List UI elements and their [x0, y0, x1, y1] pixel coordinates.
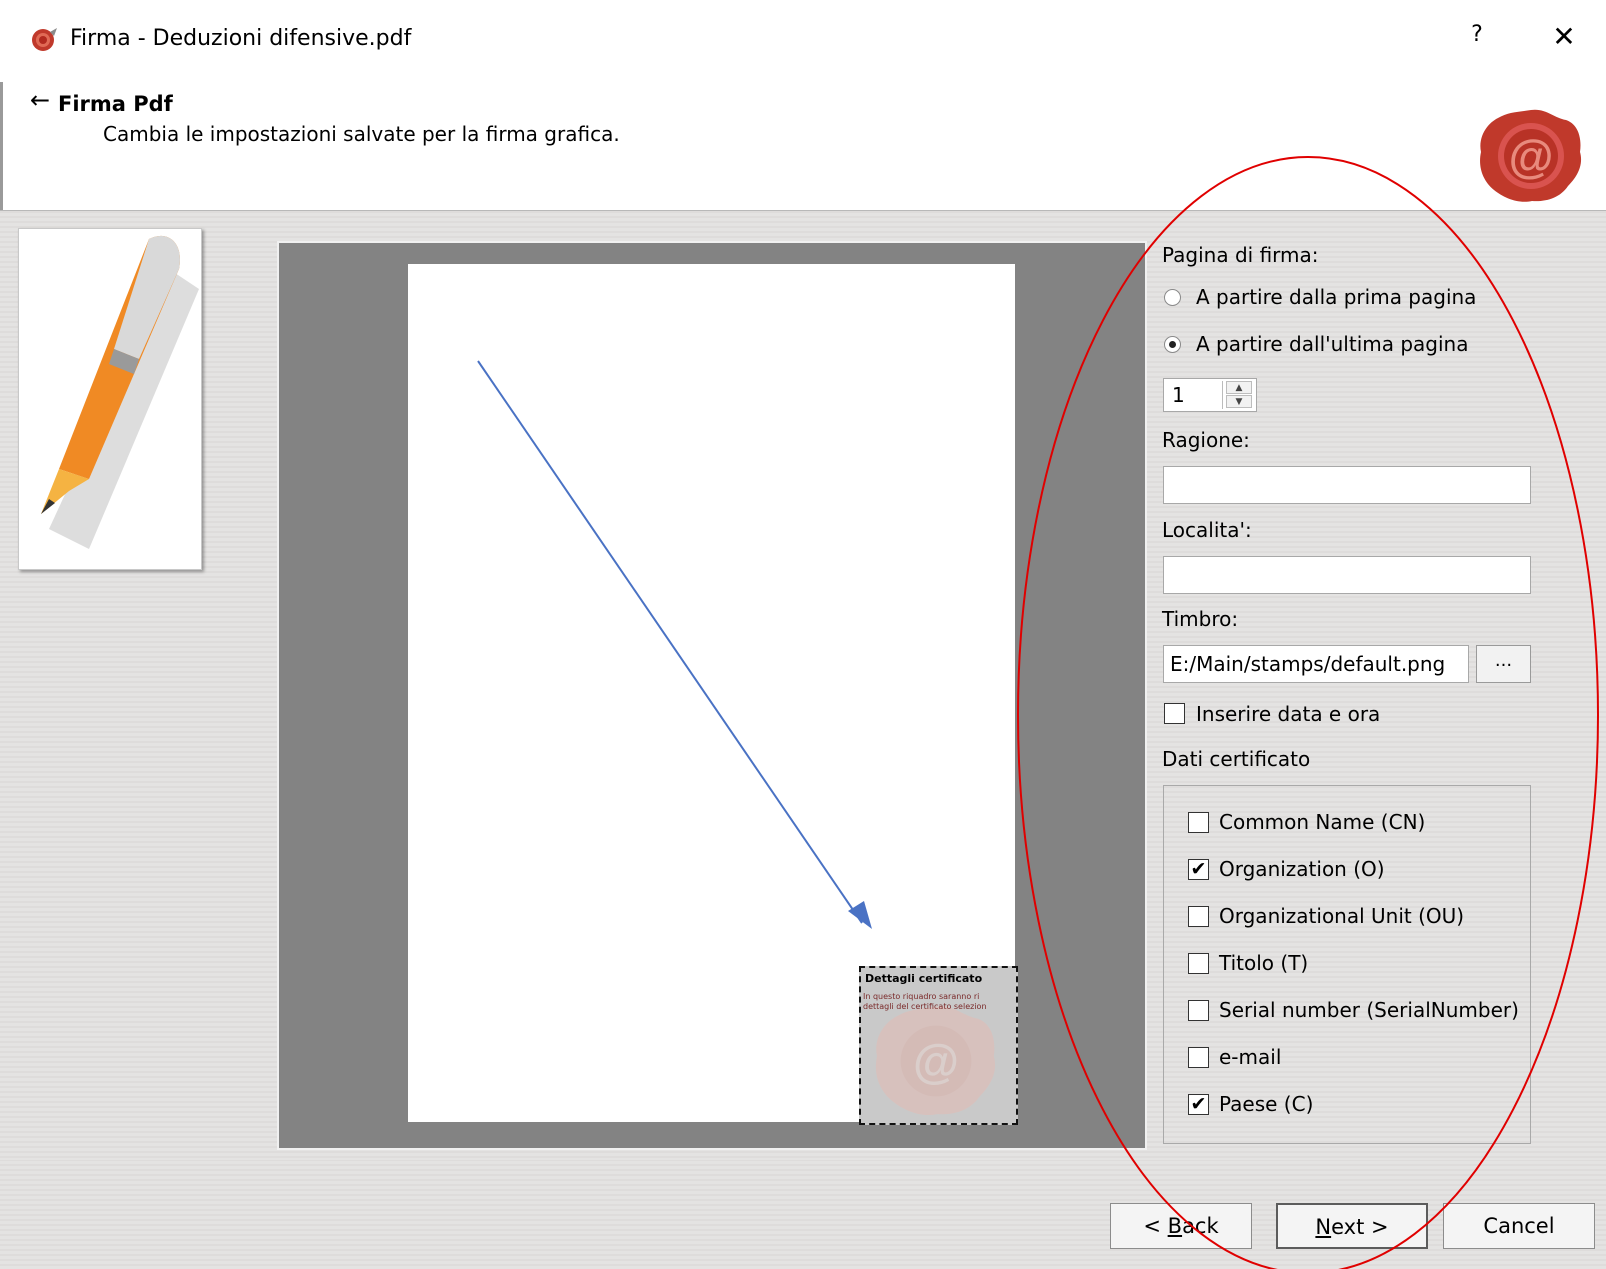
- cert-item-label[interactable]: Paese (C): [1219, 1092, 1313, 1116]
- cert-item-checkbox[interactable]: [1188, 1000, 1209, 1021]
- radio-first-page-label[interactable]: A partire dalla prima pagina: [1196, 285, 1476, 309]
- annotation-arrow: [477, 360, 872, 929]
- cert-item-checkbox[interactable]: ✔: [1188, 859, 1209, 880]
- spin-up-icon[interactable]: ▲: [1226, 381, 1252, 394]
- cert-item-checkbox[interactable]: [1188, 1047, 1209, 1068]
- wizard-side-image: [18, 228, 202, 570]
- svg-text:@: @: [1509, 130, 1554, 182]
- timbro-path-input[interactable]: E:/Main/stamps/default.png: [1163, 645, 1469, 683]
- browse-button[interactable]: ...: [1476, 645, 1531, 683]
- radio-last-page-label[interactable]: A partire dall'ultima pagina: [1196, 332, 1468, 356]
- pen-icon: [41, 235, 199, 549]
- page-subtitle: Cambia le impostazioni salvate per la fi…: [103, 122, 620, 146]
- page-number-value[interactable]: 1: [1172, 383, 1185, 407]
- window-title: Firma - Deduzioni difensive.pdf: [70, 26, 412, 51]
- cert-item-checkbox[interactable]: [1188, 812, 1209, 833]
- insert-datetime-label[interactable]: Inserire data e ora: [1196, 702, 1380, 726]
- wax-seal-logo-icon: @: [1480, 109, 1582, 202]
- stamp-line: In questo riquadro saranno ri: [863, 992, 980, 1001]
- cancel-button[interactable]: Cancel: [1443, 1203, 1595, 1249]
- close-button[interactable]: ✕: [1546, 20, 1582, 56]
- ragione-input[interactable]: [1163, 466, 1531, 504]
- page-title: Firma Pdf: [58, 92, 173, 116]
- radio-last-page[interactable]: [1164, 336, 1181, 353]
- back-accel: B: [1167, 1214, 1183, 1238]
- localita-input[interactable]: [1163, 556, 1531, 594]
- ragione-label: Ragione:: [1162, 428, 1250, 452]
- radio-first-page[interactable]: [1164, 289, 1181, 306]
- localita-label: Localita':: [1162, 518, 1252, 542]
- next-rest: ext >: [1331, 1215, 1389, 1239]
- timbro-path-value[interactable]: E:/Main/stamps/default.png: [1170, 652, 1445, 676]
- svg-text:@: @: [913, 1036, 959, 1089]
- back-button[interactable]: < Back: [1110, 1203, 1252, 1249]
- next-accel: N: [1315, 1215, 1332, 1239]
- wax-seal-app-icon: [32, 28, 57, 51]
- cert-item-label[interactable]: Titolo (T): [1219, 951, 1308, 975]
- cert-item-label[interactable]: Organizational Unit (OU): [1219, 904, 1464, 928]
- stamp-title: Dettagli certificato: [865, 972, 983, 985]
- timbro-label: Timbro:: [1162, 607, 1239, 631]
- back-prefix: <: [1143, 1214, 1168, 1238]
- cert-item-checkbox[interactable]: [1188, 953, 1209, 974]
- back-arrow-icon[interactable]: ←: [30, 86, 50, 114]
- cert-item-checkbox[interactable]: [1188, 906, 1209, 927]
- back-rest: ack: [1182, 1214, 1219, 1238]
- cert-item-label[interactable]: e-mail: [1219, 1045, 1281, 1069]
- signature-stamp-area[interactable]: @ Dettagli certificato In questo riquadr…: [859, 966, 1018, 1125]
- help-button[interactable]: ?: [1462, 22, 1492, 56]
- stamp-description: In questo riquadro saranno ri dettagli d…: [863, 992, 1013, 1012]
- spinner-buttons: ▲ ▼: [1222, 381, 1255, 409]
- cert-item-label[interactable]: Common Name (CN): [1219, 810, 1425, 834]
- stamp-line: dettagli del certificato selezion: [863, 1002, 987, 1011]
- insert-datetime-checkbox[interactable]: [1164, 703, 1185, 724]
- page-label: Pagina di firma:: [1162, 243, 1319, 267]
- wax-seal-watermark-icon: @: [875, 1006, 996, 1116]
- cert-item-label[interactable]: Organization (O): [1219, 857, 1385, 881]
- spin-down-icon[interactable]: ▼: [1226, 395, 1252, 408]
- cert-item-checkbox[interactable]: ✔: [1188, 1094, 1209, 1115]
- cert-item-label[interactable]: Serial number (SerialNumber): [1219, 998, 1519, 1022]
- cert-data-label: Dati certificato: [1162, 747, 1311, 771]
- page-number-spinner[interactable]: 1 ▲ ▼: [1163, 378, 1257, 412]
- next-button[interactable]: Next >: [1276, 1203, 1428, 1249]
